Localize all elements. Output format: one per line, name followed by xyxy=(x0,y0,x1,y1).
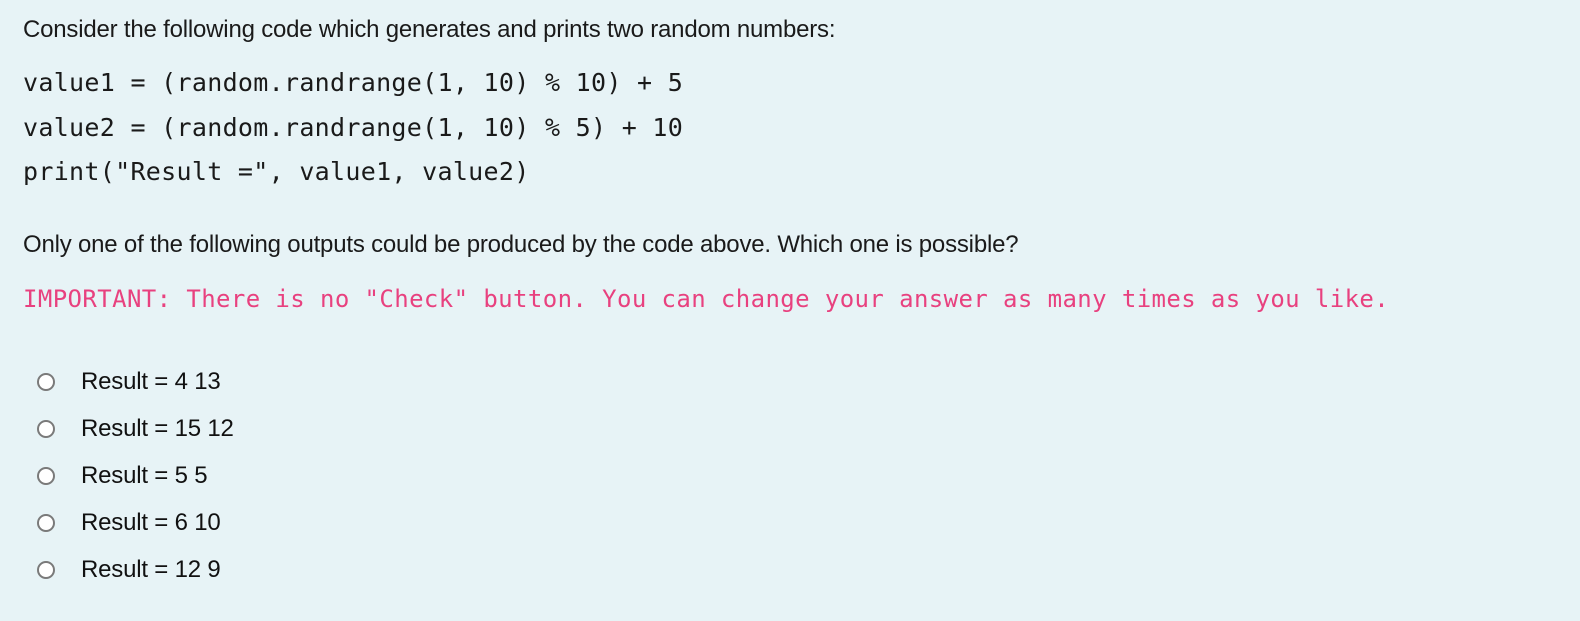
answer-option-label: Result = 12 9 xyxy=(81,556,221,583)
code-line-print: print("Result =", value1, value2) xyxy=(23,157,530,186)
important-note: IMPORTANT: There is no "Check" button. Y… xyxy=(23,285,1390,313)
radio-button[interactable] xyxy=(37,561,55,579)
radio-button[interactable] xyxy=(37,467,55,485)
code-line-value2: value2 = (random.randrange(1, 10) % 5) +… xyxy=(23,113,684,142)
answer-option[interactable]: Result = 6 10 xyxy=(37,505,221,541)
radio-button[interactable] xyxy=(37,514,55,532)
radio-button[interactable] xyxy=(37,373,55,391)
answer-option[interactable]: Result = 4 13 xyxy=(37,364,221,400)
answer-option[interactable]: Result = 12 9 xyxy=(37,552,221,588)
question-prompt: Only one of the following outputs could … xyxy=(23,231,1019,258)
answer-option-label: Result = 5 5 xyxy=(81,462,208,489)
radio-button[interactable] xyxy=(37,420,55,438)
answer-option[interactable]: Result = 15 12 xyxy=(37,411,234,447)
answer-option[interactable]: Result = 5 5 xyxy=(37,458,208,494)
answer-option-label: Result = 15 12 xyxy=(81,415,234,442)
answer-option-label: Result = 4 13 xyxy=(81,368,221,395)
code-line-value1: value1 = (random.randrange(1, 10) % 10) … xyxy=(23,68,684,97)
question-intro: Consider the following code which genera… xyxy=(23,16,836,43)
answer-option-label: Result = 6 10 xyxy=(81,509,221,536)
